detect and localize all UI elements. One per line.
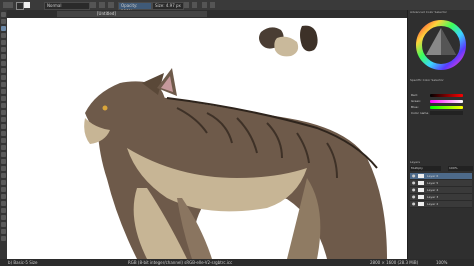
artwork	[84, 25, 387, 259]
rectangle-tool-icon[interactable]	[1, 40, 6, 45]
colorize-mask-icon[interactable]	[1, 131, 6, 136]
pan-tool-icon[interactable]	[1, 236, 6, 241]
layer-row[interactable]: ● Layer 4	[410, 187, 472, 194]
layer-row[interactable]: ● Layer 6	[410, 173, 472, 180]
status-brush: b) Basic-5 Size	[8, 260, 38, 265]
blend-mode-label: Normal	[47, 3, 62, 8]
status-color-info: RGB (8-bit integer/channel) sRGB-elle-V2…	[128, 260, 233, 265]
status-dimensions: 2800 × 1600 (28.3 MiB)	[370, 260, 419, 265]
dynamic-brush-icon[interactable]	[1, 82, 6, 87]
select-shapes-icon[interactable]	[1, 12, 6, 17]
magnetic-select-icon[interactable]	[1, 222, 6, 227]
multibrush-icon[interactable]	[1, 89, 6, 94]
color-wheel[interactable]	[408, 15, 474, 75]
document-tab[interactable]: [Untitled]	[57, 11, 207, 17]
layer-name: Layer 2	[427, 202, 439, 206]
assistant-tool-icon[interactable]	[1, 152, 6, 157]
status-bar: b) Basic-5 Size RGB (8-bit integer/chann…	[0, 259, 474, 266]
slider-label-green: Green:	[411, 99, 422, 103]
bezier-tool-icon[interactable]	[1, 68, 6, 73]
wrap-around-icon[interactable]	[202, 2, 207, 8]
green-slider[interactable]	[430, 100, 463, 103]
document-tab-bar: [Untitled]	[7, 10, 407, 18]
right-dock: Advanced Color Selector Specific Color S…	[407, 10, 474, 259]
slider-label-red: Red:	[411, 93, 418, 97]
line-tool-icon[interactable]	[1, 33, 6, 38]
contiguous-select-icon[interactable]	[1, 201, 6, 206]
measure-tool-icon[interactable]	[1, 159, 6, 164]
zoom-tool-icon[interactable]	[1, 229, 6, 234]
freehand-path-icon[interactable]	[1, 75, 6, 80]
bezier-select-icon[interactable]	[1, 215, 6, 220]
color-blob-3	[300, 25, 318, 52]
color-picker-icon[interactable]	[1, 124, 6, 129]
visibility-eye-icon[interactable]: ●	[412, 202, 416, 206]
background-color-swatch[interactable]	[24, 2, 30, 8]
mirror-vertical-icon[interactable]	[192, 2, 197, 8]
rectangular-select-icon[interactable]	[1, 173, 6, 178]
move-tool-icon[interactable]	[1, 103, 6, 108]
color-name-label: Color name	[411, 111, 429, 115]
layer-row[interactable]: ● Layer 3	[410, 194, 472, 201]
crop-tool-icon[interactable]	[1, 110, 6, 115]
layers-title: Layers	[410, 160, 420, 164]
visibility-eye-icon[interactable]: ●	[412, 174, 416, 178]
reference-tool-icon[interactable]	[1, 166, 6, 171]
layer-row[interactable]: ● Layer 5	[410, 180, 472, 187]
layer-name: Layer 4	[427, 188, 439, 192]
preserve-alpha-icon[interactable]	[99, 2, 105, 8]
mirror-horizontal-icon[interactable]	[184, 2, 189, 8]
brush-settings-icon[interactable]	[108, 2, 114, 8]
specific-color-selector-title: Specific Color Selector	[410, 78, 444, 82]
smart-patch-icon[interactable]	[1, 138, 6, 143]
workspace-icon[interactable]	[210, 2, 215, 8]
visibility-eye-icon[interactable]: ●	[412, 195, 416, 199]
visibility-eye-icon[interactable]: ●	[412, 188, 416, 192]
ellipse-tool-icon[interactable]	[1, 47, 6, 52]
eraser-mode-icon[interactable]	[90, 2, 96, 8]
document-tab-title: [Untitled]	[97, 11, 116, 16]
cat-eye	[102, 105, 108, 111]
slider-label-blue: Blue:	[411, 105, 419, 109]
gradient-tool-icon[interactable]	[1, 117, 6, 122]
fill-tool-icon[interactable]	[1, 145, 6, 150]
layer-thumbnail	[418, 195, 424, 199]
layer-thumbnail	[418, 181, 424, 185]
blend-mode-select[interactable]: Normal	[44, 2, 90, 10]
freehand-select-icon[interactable]	[1, 194, 6, 199]
elliptical-select-icon[interactable]	[1, 180, 6, 185]
layer-name: Layer 5	[427, 181, 439, 185]
layer-name: Layer 6	[427, 174, 439, 178]
layer-opacity-field[interactable]: 100%	[448, 166, 473, 171]
layer-thumbnail	[418, 202, 424, 206]
freehand-brush-icon[interactable]	[1, 26, 6, 31]
layer-thumbnail	[418, 174, 424, 178]
polygon-select-icon[interactable]	[1, 187, 6, 192]
layer-row[interactable]: ● Layer 2	[410, 201, 472, 208]
status-zoom[interactable]: 100%	[436, 259, 447, 266]
layer-blend-select[interactable]: Multiply	[410, 166, 441, 171]
foreground-color-swatch[interactable]	[16, 2, 24, 10]
layer-name: Layer 3	[427, 195, 439, 199]
red-slider[interactable]	[430, 94, 463, 97]
similar-select-icon[interactable]	[1, 208, 6, 213]
visibility-eye-icon[interactable]: ●	[412, 181, 416, 185]
polygon-tool-icon[interactable]	[1, 54, 6, 59]
size-value: Size: 4.97 px	[155, 3, 181, 8]
transform-tool-icon[interactable]	[1, 96, 6, 101]
size-slider[interactable]: Size: 4.97 px	[152, 2, 184, 10]
text-tool-icon[interactable]	[1, 19, 6, 24]
color-name-field[interactable]	[430, 111, 463, 115]
color-blob-2	[274, 36, 299, 57]
opacity-slider[interactable]: Opacity: 100%	[118, 2, 152, 14]
polyline-tool-icon[interactable]	[1, 61, 6, 66]
blue-slider[interactable]	[430, 106, 463, 109]
layer-thumbnail	[418, 188, 424, 192]
canvas[interactable]	[7, 18, 407, 259]
brush-preset-icon[interactable]	[3, 2, 13, 8]
